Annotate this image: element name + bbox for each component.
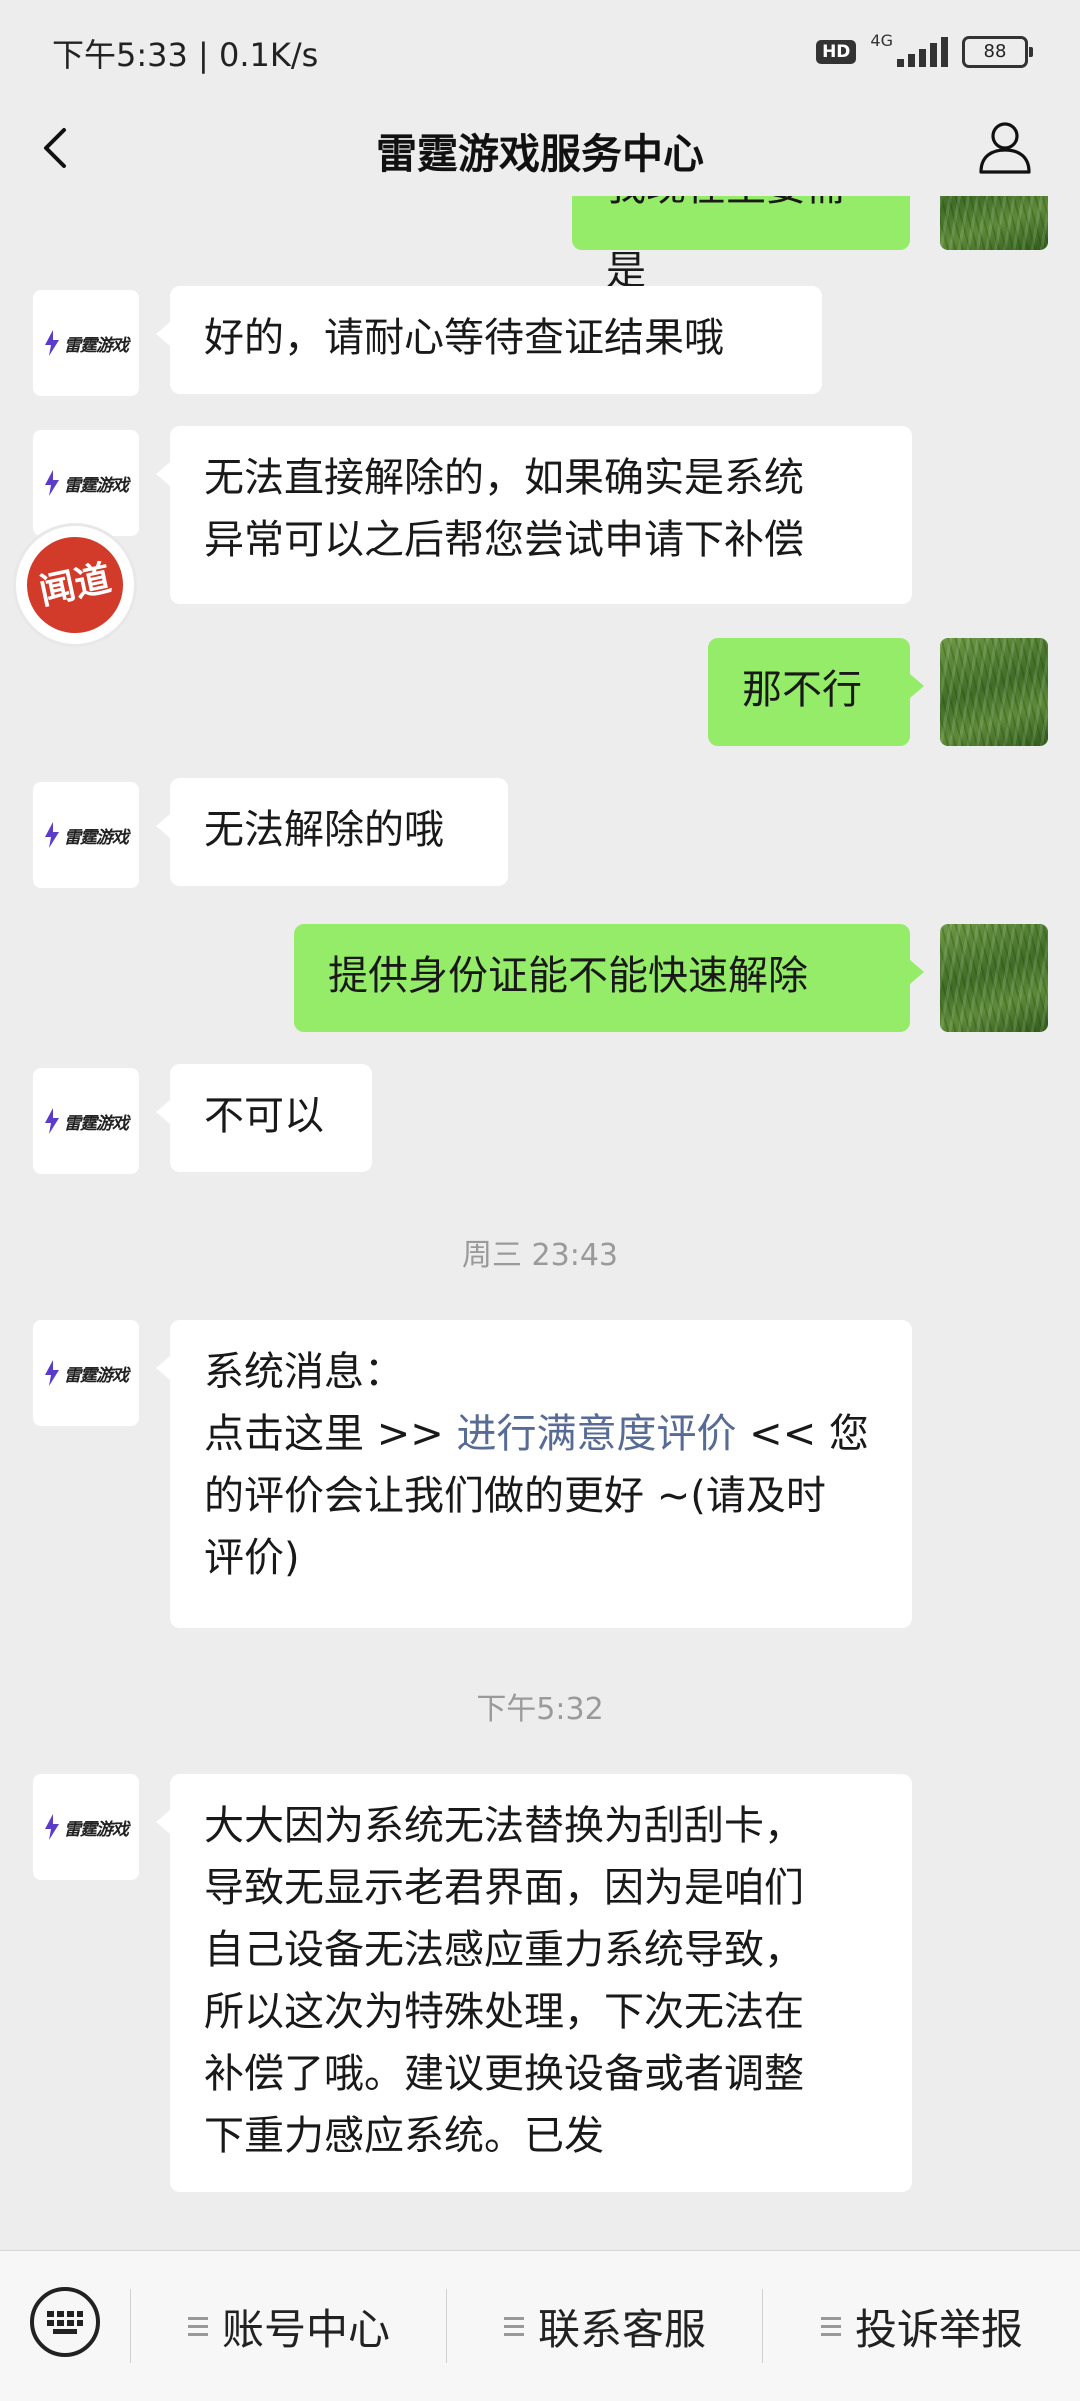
message-bubble[interactable]: 提供身份证能不能快速解除: [294, 924, 924, 1032]
user-avatar[interactable]: [940, 638, 1048, 746]
message-bubble[interactable]: 无法直接解除的，如果确实是系统 异常可以之后帮您尝试申请下补偿: [156, 426, 912, 604]
service-avatar[interactable]: 雷霆游戏: [33, 782, 139, 888]
user-avatar[interactable]: [940, 924, 1048, 1032]
message-text: 不可以: [204, 1093, 324, 1139]
message-text-line: 点击这里 >> 进行满意度评价 << 您: [204, 1403, 878, 1465]
message-text-line: 大大因为系统无法替换为刮刮卡，: [204, 1803, 804, 1849]
menu-list-icon: [187, 2316, 208, 2336]
brand-avatar-text: 雷霆游戏: [64, 1113, 129, 1134]
message-text: 点击这里 >>: [204, 1411, 457, 1457]
nav-bar: 雷霆游戏服务中心: [0, 100, 1080, 196]
satisfaction-rating-link[interactable]: 进行满意度评价: [456, 1411, 736, 1457]
user-avatar[interactable]: [940, 196, 1048, 250]
message-bubble[interactable]: 好的，请耐心等待查证结果哦: [156, 286, 822, 394]
message-text-line: 系统消息：: [204, 1349, 404, 1395]
chat-area[interactable]: 我现在主要需是 雷霆游戏 好的，请耐心等待查证结果哦 雷霆游戏 无法直接解除的，…: [0, 196, 1080, 2246]
lightning-logo-icon: [45, 1108, 59, 1134]
message-text-line: 的评价会让我们做的更好 ~(请及时: [204, 1473, 826, 1519]
menu-label: 账号中心: [221, 2304, 390, 2354]
service-avatar[interactable]: 雷霆游戏: [33, 1774, 139, 1880]
message-bubble[interactable]: 系统消息： 点击这里 >> 进行满意度评价 << 您 的评价会让我们做的更好 ~…: [156, 1320, 912, 1628]
hd-icon: HD: [816, 40, 857, 64]
message-text: 提供身份证能不能快速解除: [328, 953, 808, 999]
keyboard-toggle-button[interactable]: [30, 2287, 100, 2357]
menu-label: 投诉举报: [854, 2304, 1023, 2354]
bottom-menu: 账号中心 联系客服 投诉举报: [0, 2250, 1080, 2401]
message-text-line: 所以这次为特殊处理，下次无法在: [204, 1989, 804, 2035]
status-icons: HD 4G 88: [816, 30, 1033, 72]
message-text-line: 导致无显示老君界面，因为是咱们: [204, 1865, 804, 1911]
brand-avatar-text: 雷霆游戏: [64, 335, 129, 356]
profile-icon[interactable]: [976, 118, 1034, 176]
service-avatar[interactable]: 雷霆游戏: [33, 1320, 139, 1426]
service-avatar[interactable]: 雷霆游戏: [33, 1068, 139, 1174]
seal-text: 闻道: [18, 528, 132, 642]
brand-avatar-text: 雷霆游戏: [64, 1365, 129, 1386]
menu-list-icon: [503, 2316, 524, 2336]
menu-divider: [762, 2289, 763, 2363]
network-type: 4G: [870, 30, 893, 50]
lightning-logo-icon: [45, 1814, 59, 1840]
message-bubble[interactable]: 大大因为系统无法替换为刮刮卡， 导致无显示老君界面，因为是咱们 自己设备无法感应…: [156, 1774, 912, 2192]
message-bubble[interactable]: 无法解除的哦: [156, 778, 508, 886]
status-time-speed: 下午5:33 | 0.1K/s: [52, 36, 319, 74]
menu-account-center[interactable]: 账号中心: [132, 2251, 446, 2401]
message-text-line: 评价): [204, 1535, 300, 1581]
timestamp: 下午5:32: [476, 1692, 604, 1727]
menu-list-icon: [820, 2316, 841, 2336]
service-avatar[interactable]: 雷霆游戏: [33, 430, 139, 536]
service-avatar[interactable]: 雷霆游戏: [33, 290, 139, 396]
message-text-line: 补偿了哦。建议更换设备或者调整: [204, 2051, 804, 2097]
brand-avatar-text: 雷霆游戏: [64, 475, 129, 496]
message-text-line: 无法直接解除的，如果确实是系统: [204, 455, 804, 501]
message-text-line: 自己设备无法感应重力系统导致，: [204, 1927, 804, 1973]
menu-label: 联系客服: [537, 2304, 706, 2354]
brand-avatar-text: 雷霆游戏: [64, 1819, 129, 1840]
keyboard-icon: [47, 2311, 83, 2334]
signal-icon: [897, 37, 948, 67]
message-text: 无法解除的哦: [204, 807, 444, 853]
menu-divider: [446, 2289, 447, 2363]
lightning-logo-icon: [45, 330, 59, 356]
message-text: 那不行: [742, 667, 862, 713]
message-text: 我现在主要需是: [606, 196, 846, 294]
lightning-logo-icon: [45, 1360, 59, 1386]
message-text: 好的，请耐心等待查证结果哦: [204, 315, 724, 361]
brand-avatar-text: 雷霆游戏: [64, 827, 129, 848]
menu-contact-service[interactable]: 联系客服: [448, 2251, 762, 2401]
message-text-line: 下重力感应系统。已发: [204, 2113, 604, 2159]
lightning-logo-icon: [45, 822, 59, 848]
watermark-seal: 闻道: [16, 526, 134, 644]
message-bubble[interactable]: 不可以: [156, 1064, 372, 1172]
lightning-logo-icon: [45, 470, 59, 496]
battery-icon: 88: [962, 36, 1033, 68]
message-bubble[interactable]: 我现在主要需是: [572, 196, 910, 294]
status-bar: 下午5:33 | 0.1K/s HD 4G 88: [0, 0, 1080, 100]
page-title: 雷霆游戏服务中心: [376, 130, 704, 178]
battery-level: 88: [983, 41, 1007, 62]
message-text-line: 异常可以之后帮您尝试申请下补偿: [204, 517, 804, 563]
menu-divider: [130, 2289, 131, 2363]
timestamp: 周三 23:43: [462, 1238, 618, 1273]
message-bubble[interactable]: 那不行: [708, 638, 924, 746]
message-text: << 您: [736, 1411, 869, 1457]
menu-complaint-report[interactable]: 投诉举报: [764, 2251, 1080, 2401]
